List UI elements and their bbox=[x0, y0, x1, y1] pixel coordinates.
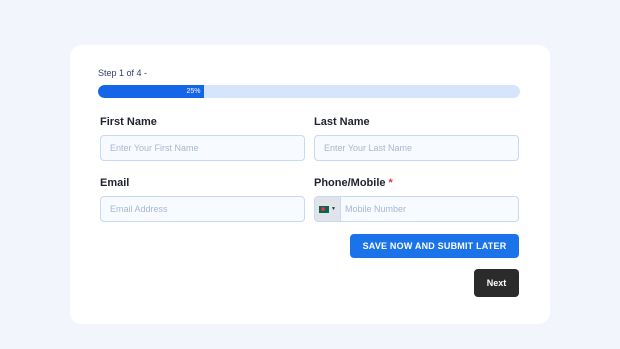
required-asterisk: * bbox=[388, 177, 393, 189]
bangladesh-flag-icon bbox=[319, 205, 330, 213]
email-label: Email bbox=[100, 177, 130, 189]
caret-down-icon: ▼ bbox=[331, 206, 336, 212]
phone-label: Phone/Mobile * bbox=[314, 177, 393, 189]
progress-fill: 25% bbox=[98, 85, 204, 98]
email-input[interactable] bbox=[100, 196, 305, 222]
phone-field: ▼ bbox=[314, 196, 519, 222]
last-name-input[interactable] bbox=[314, 135, 519, 161]
save-and-submit-later-button[interactable]: SAVE NOW AND SUBMIT LATER bbox=[350, 234, 519, 258]
phone-input[interactable] bbox=[341, 197, 518, 221]
first-name-label: First Name bbox=[100, 116, 157, 128]
phone-label-text: Phone/Mobile bbox=[314, 177, 386, 189]
next-button[interactable]: Next bbox=[474, 269, 519, 297]
progress-label: 25% bbox=[186, 88, 201, 95]
last-name-label: Last Name bbox=[314, 116, 370, 128]
country-code-select[interactable]: ▼ bbox=[315, 197, 341, 221]
step-indicator: Step 1 of 4 - bbox=[98, 68, 148, 78]
progress-bar: 25% bbox=[98, 85, 520, 98]
form-card: Step 1 of 4 - 25% First Name Last Name E… bbox=[70, 45, 550, 324]
first-name-input[interactable] bbox=[100, 135, 305, 161]
